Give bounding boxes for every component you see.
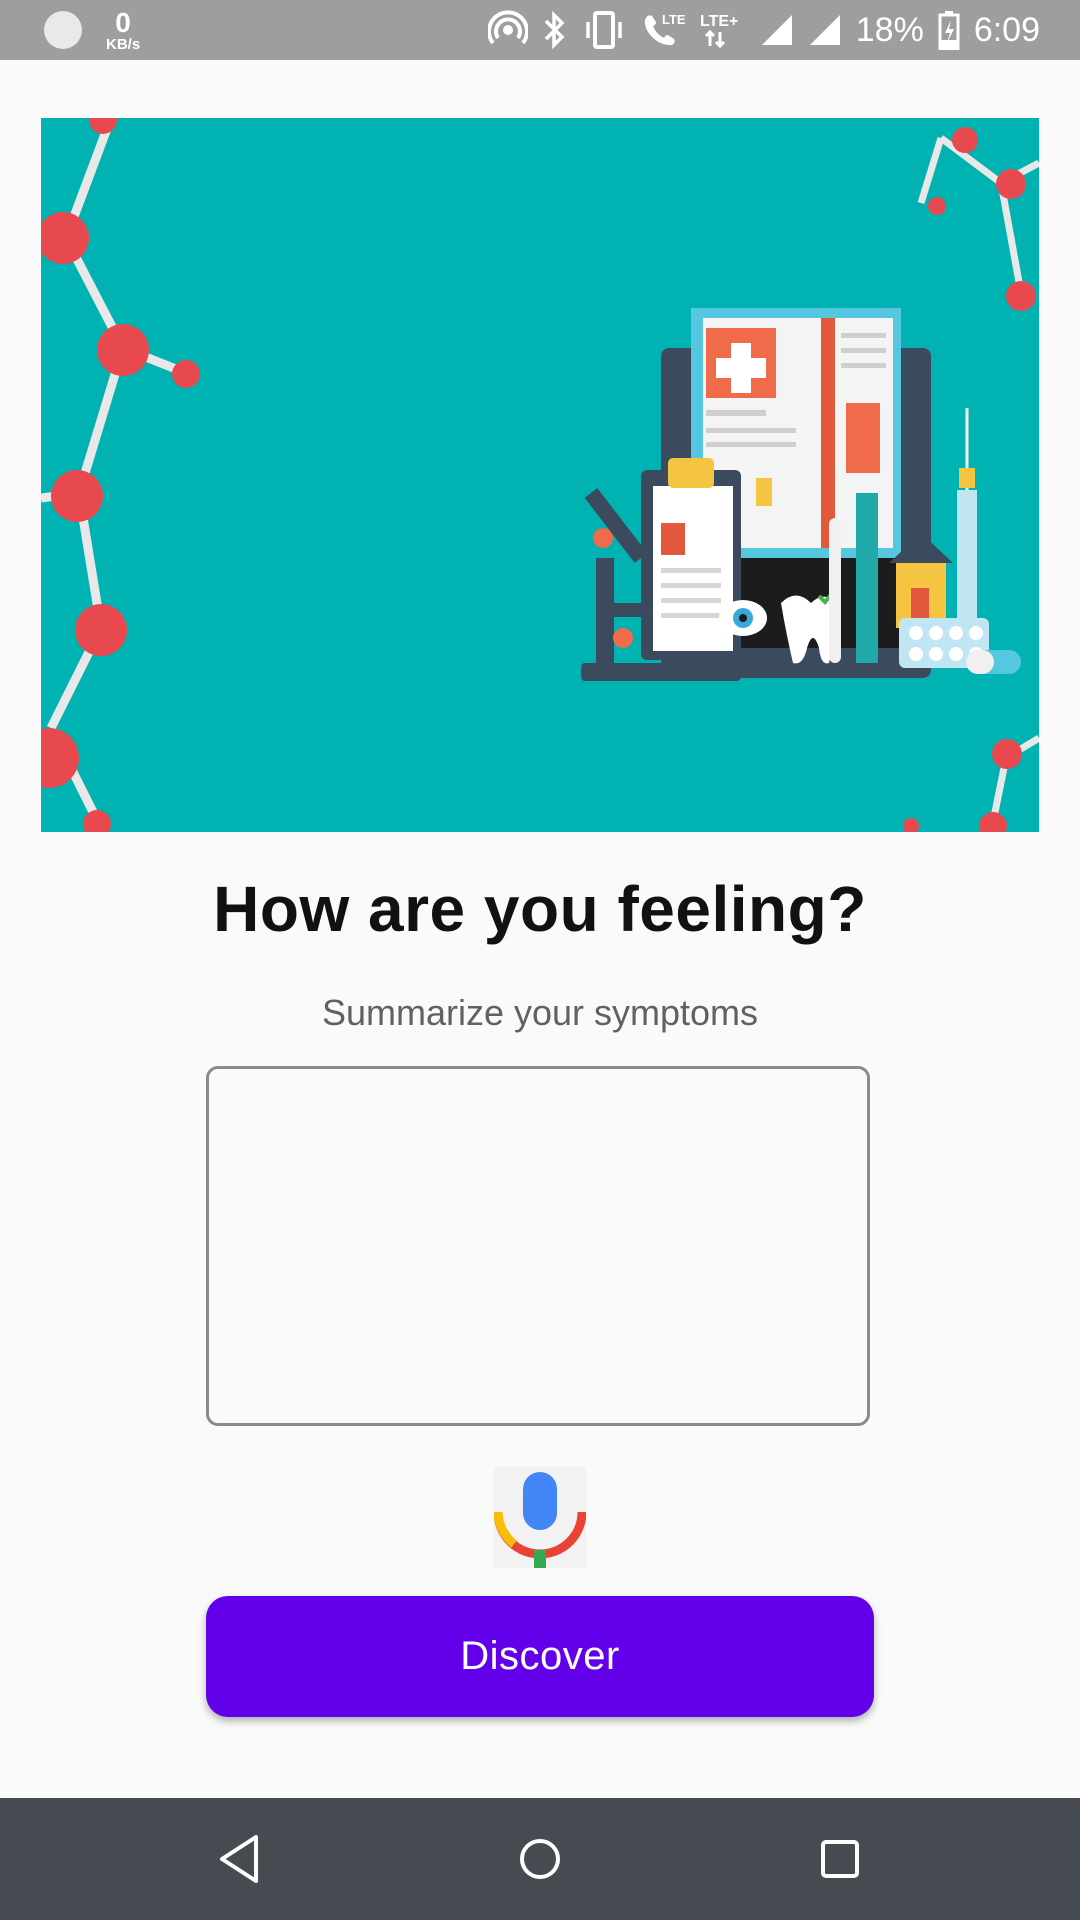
data-saver-icon	[44, 11, 82, 49]
svg-text:LTE+: LTE+	[700, 13, 738, 30]
signal-icon	[809, 15, 840, 45]
bluetooth-icon	[544, 10, 565, 50]
clock: 6:09	[973, 10, 1040, 49]
microphone-icon	[493, 1466, 587, 1568]
status-right: LTE LTE+ 18% 6:09	[487, 0, 1040, 60]
net-speed-value: 0	[115, 6, 131, 38]
page-title: How are you feeling?	[213, 873, 867, 945]
home-icon[interactable]	[510, 1829, 570, 1889]
banner-illustration	[41, 118, 1039, 832]
medical-illustration-image	[41, 118, 1039, 832]
lte-plus-icon: LTE+	[700, 13, 738, 49]
back-icon[interactable]	[210, 1829, 270, 1889]
hotspot-icon	[487, 10, 528, 45]
page-subtitle: Summarize your symptoms	[321, 992, 759, 1033]
microphone-button[interactable]	[493, 1466, 587, 1568]
vibrate-icon	[586, 11, 622, 49]
battery-charging-icon	[938, 11, 960, 50]
discover-button[interactable]: Discover	[206, 1596, 874, 1717]
signal-icon	[761, 15, 792, 45]
navigation-bar	[0, 1798, 1080, 1920]
battery-percent: 18%	[855, 10, 924, 49]
status-left: 0 KB/s	[44, 6, 141, 53]
lte-call-icon: LTE	[644, 12, 686, 46]
recents-icon[interactable]	[810, 1829, 870, 1889]
net-speed-unit: KB/s	[106, 35, 141, 53]
symptoms-input[interactable]	[206, 1066, 870, 1426]
status-bar: 0 KB/s LTE LTE+ 18% 6:09	[0, 0, 1080, 60]
svg-text:LTE: LTE	[662, 12, 686, 27]
net-speed: 0 KB/s	[106, 6, 141, 53]
